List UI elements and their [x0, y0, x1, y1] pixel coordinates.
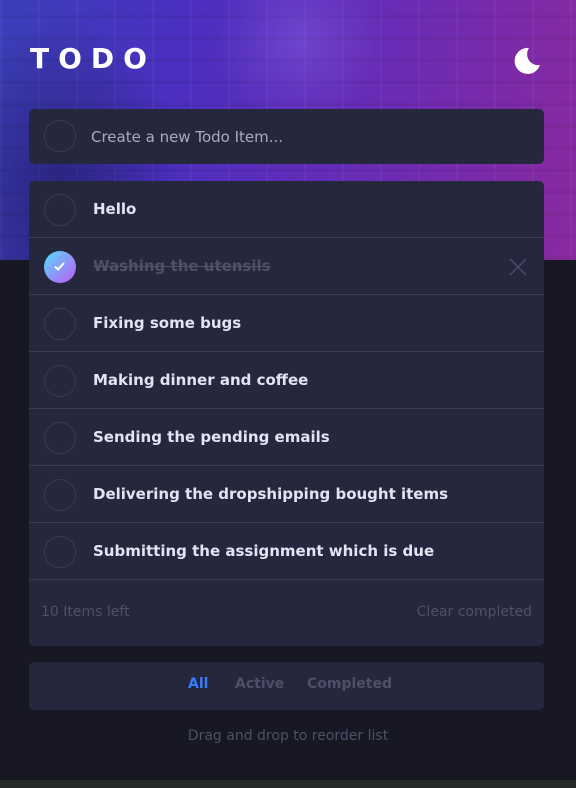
todo-item[interactable]: Delivering the dropshipping bought items [29, 466, 544, 523]
check-icon [54, 262, 65, 271]
todo-label: Hello [93, 200, 137, 218]
todo-item[interactable]: Hello [29, 181, 544, 238]
window-bottom-border [0, 780, 576, 788]
todo-item[interactable]: Sending the pending emails [29, 409, 544, 466]
todo-checkbox[interactable] [44, 194, 76, 226]
todo-item[interactable]: Making dinner and coffee [29, 352, 544, 409]
todo-checkbox[interactable] [44, 536, 76, 568]
todo-label: Fixing some bugs [93, 314, 242, 332]
clear-completed-button[interactable]: Clear completed [417, 604, 532, 620]
todo-list: Hello Washing the utensils Fixing some b… [29, 181, 544, 646]
todo-label: Washing the utensils [93, 257, 271, 275]
todo-checkbox[interactable] [44, 308, 76, 340]
filter-completed-button[interactable]: Completed [307, 676, 392, 692]
todo-label: Sending the pending emails [93, 428, 330, 446]
filter-all-button[interactable]: All [188, 676, 208, 692]
todo-label: Making dinner and coffee [93, 371, 309, 389]
theme-toggle-button[interactable] [512, 46, 546, 80]
moon-icon [514, 47, 540, 74]
todo-label: Submitting the assignment which is due [93, 542, 435, 560]
close-icon [509, 258, 527, 276]
filter-bar: All Active Completed [29, 662, 544, 710]
drag-drop-hint: Drag and drop to reorder list [187, 728, 389, 744]
todo-checkbox[interactable] [44, 365, 76, 397]
new-todo-checkbox[interactable] [44, 120, 76, 152]
todo-checkbox[interactable] [44, 422, 76, 454]
todo-label: Delivering the dropshipping bought items [93, 485, 449, 503]
new-todo-form [29, 109, 544, 164]
todo-item[interactable]: Washing the utensils [29, 238, 544, 295]
delete-todo-button[interactable] [509, 258, 527, 276]
todo-checkbox-checked[interactable] [44, 251, 76, 283]
new-todo-input[interactable] [91, 109, 531, 164]
filter-active-button[interactable]: Active [235, 676, 284, 692]
items-left-count: 10 Items left [41, 604, 130, 620]
todo-item[interactable]: Submitting the assignment which is due [29, 523, 544, 580]
app-title: TODO [30, 42, 156, 75]
todo-checkbox[interactable] [44, 479, 76, 511]
todo-item[interactable]: Fixing some bugs [29, 295, 544, 352]
